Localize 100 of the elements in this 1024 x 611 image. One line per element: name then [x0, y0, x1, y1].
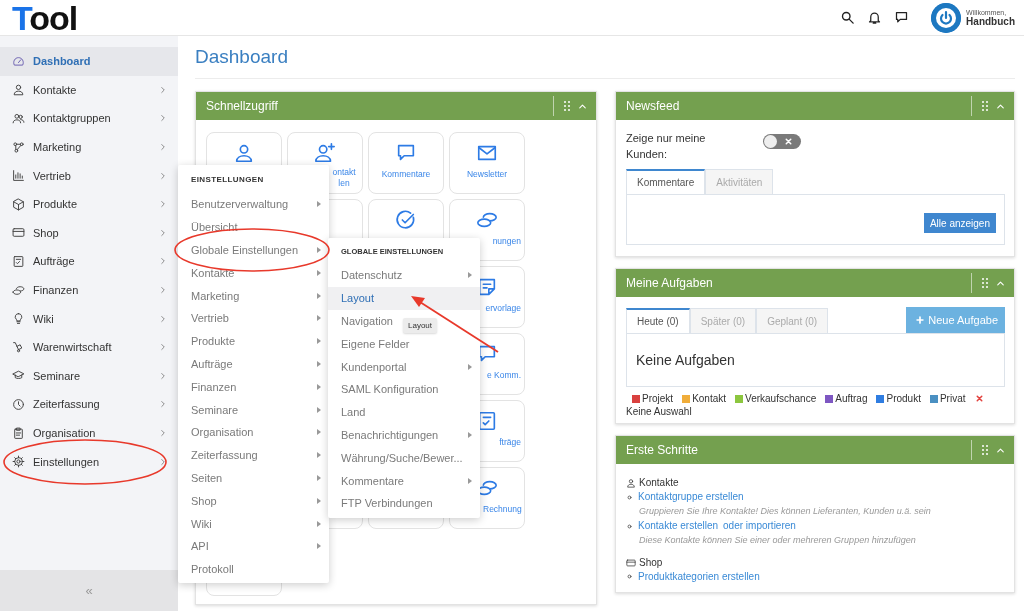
clipboard-icon	[12, 426, 25, 440]
drag-handle-icon[interactable]	[982, 445, 988, 455]
bell-icon[interactable]	[867, 10, 883, 25]
shortcut-tile[interactable]: Newsletter	[449, 132, 525, 194]
submenu-arrow-icon	[468, 431, 472, 438]
menu-item[interactable]: Finanzen	[178, 375, 329, 399]
search-icon[interactable]	[840, 10, 856, 25]
clock-icon	[12, 397, 25, 411]
sidebar-item[interactable]: Produkte	[0, 189, 178, 219]
submenu-arrow-icon	[317, 543, 321, 550]
logo[interactable]: Tool	[12, 0, 78, 36]
menu-item[interactable]: Navigation	[341, 315, 393, 327]
menu-item[interactable]: Land	[341, 406, 366, 419]
chevron-icon	[158, 428, 168, 438]
panel-title: Meine Aufgaben	[626, 276, 714, 290]
menu-item[interactable]: Marketing	[178, 284, 329, 307]
submenu-arrow-icon	[317, 452, 321, 459]
sidebar-item[interactable]: Seminare	[0, 361, 178, 391]
collapse-button[interactable]: «	[81, 581, 97, 600]
link[interactable]: Kontaktgruppe erstellen	[638, 490, 744, 505]
sidebar-item[interactable]: Organisation	[0, 418, 178, 448]
description-text: Diese Kontakte können Sie einer oder mehreren Gruppen hinzufügen	[638, 534, 917, 548]
sidebar-item[interactable]: Vertrieb	[0, 161, 178, 190]
submenu-arrow-icon	[317, 269, 321, 276]
x-icon	[784, 137, 793, 146]
menu-item[interactable]: Layout	[341, 292, 375, 305]
chevron-icon	[158, 342, 168, 353]
submenu-arrow-icon	[468, 363, 472, 370]
menu-item[interactable]: Aufträge	[178, 352, 329, 376]
chevron-icon	[158, 199, 168, 210]
chevron-icon	[158, 370, 168, 381]
chevron-icon	[158, 170, 168, 181]
tab[interactable]: Kommentare	[626, 169, 706, 194]
sidebar-item[interactable]: Aufträge	[0, 247, 178, 276]
submenu-arrow-icon	[317, 201, 321, 208]
sidebar-item[interactable]: Wiki	[0, 304, 178, 333]
gauge-icon	[12, 54, 25, 68]
submenu-arrow-icon	[468, 477, 472, 484]
speech-bubble-icon[interactable]	[894, 10, 910, 25]
sidebar-item[interactable]: Shop	[0, 218, 178, 248]
menu-item[interactable]: Eigene Felder	[341, 337, 410, 350]
menu-item[interactable]: Vertrieb	[178, 307, 329, 330]
shortcut-tile[interactable]: Kommentare	[368, 132, 444, 194]
new-task-button[interactable]: Neue Aufgabe	[906, 307, 1005, 333]
menu-item[interactable]: Kontakte	[178, 261, 329, 285]
submenu-arrow-icon	[317, 497, 321, 504]
avatar-icon[interactable]	[931, 2, 962, 33]
submenu-arrow-icon	[317, 315, 321, 322]
legend-label[interactable]: Projekt	[642, 393, 674, 404]
drag-handle-icon[interactable]	[982, 101, 988, 111]
document-icon	[12, 254, 25, 268]
menu-item[interactable]: Benutzerverwaltung	[178, 193, 329, 216]
bullet-icon	[626, 493, 633, 501]
card-icon	[12, 226, 25, 240]
sidebar-item[interactable]: Kontaktgruppen	[0, 104, 178, 133]
menu-item[interactable]: Protokoll	[178, 557, 329, 581]
sidebar-item[interactable]: Warenwirtschaft	[0, 332, 178, 362]
menu-item[interactable]: Wiki	[178, 512, 329, 535]
sidebar-item[interactable]: Zeiterfassung	[0, 390, 178, 419]
sidebar-item[interactable]: Dashboard	[0, 47, 178, 76]
menu-item[interactable]: API	[178, 534, 329, 558]
menu-item[interactable]: FTP Verbindungen	[341, 497, 433, 510]
bullet-icon	[626, 573, 633, 581]
sidebar-item[interactable]: Einstellungen	[0, 447, 178, 476]
link[interactable]: Produktkategorien erstellen	[638, 569, 760, 585]
user-name[interactable]: Handbuch	[966, 15, 1015, 27]
legend-label[interactable]: Privat	[939, 393, 966, 404]
chevron-icon	[158, 227, 168, 238]
submenu-arrow-icon	[317, 383, 321, 390]
clear-icon[interactable]	[974, 394, 984, 403]
menu-item[interactable]: Globale Einstellungen	[178, 238, 329, 262]
drag-handle-icon[interactable]	[982, 278, 988, 288]
link[interactable]: Kontakte erstellen	[638, 518, 719, 534]
section-title: Kontakte	[639, 476, 679, 490]
sidebar-item[interactable]: Kontakte	[0, 75, 178, 105]
show-all-button[interactable]: Alle anzeigen	[923, 213, 996, 233]
submenu-arrow-icon	[317, 247, 321, 253]
chevron-icon	[158, 84, 168, 95]
submenu-arrow-icon	[317, 429, 321, 436]
clear-filter-link[interactable]: Keine Auswahl	[626, 406, 999, 417]
drag-handle-icon[interactable]	[564, 101, 570, 111]
menu-item[interactable]: Shop	[178, 489, 329, 513]
sidebar-item[interactable]: Marketing	[0, 132, 178, 162]
submenu-arrow-icon	[317, 360, 321, 367]
sidebar-item[interactable]: Finanzen	[0, 275, 178, 305]
panel-title: Erste Schritte	[626, 443, 700, 457]
toggle-switch[interactable]	[763, 134, 801, 149]
menu-item[interactable]: Organisation	[178, 420, 329, 444]
menu-item[interactable]: Produkte	[178, 329, 329, 353]
legend-label[interactable]: Kontakt	[692, 393, 727, 404]
submenu-arrow-icon	[317, 474, 321, 481]
legend-label[interactable]: Verkaufschance	[745, 393, 817, 404]
legend-label[interactable]: Auftrag	[835, 393, 868, 404]
legend-label[interactable]: Produkt	[886, 393, 921, 404]
link[interactable]: oder importieren	[723, 518, 796, 534]
menu-item[interactable]: Seminare	[178, 398, 329, 421]
menu-item[interactable]: Seiten	[178, 466, 329, 490]
menu-item[interactable]: SAML Konfiguration	[341, 383, 439, 396]
tab[interactable]: Heute (0)	[626, 308, 690, 333]
menu-item[interactable]: Zeiterfassung	[178, 443, 329, 467]
